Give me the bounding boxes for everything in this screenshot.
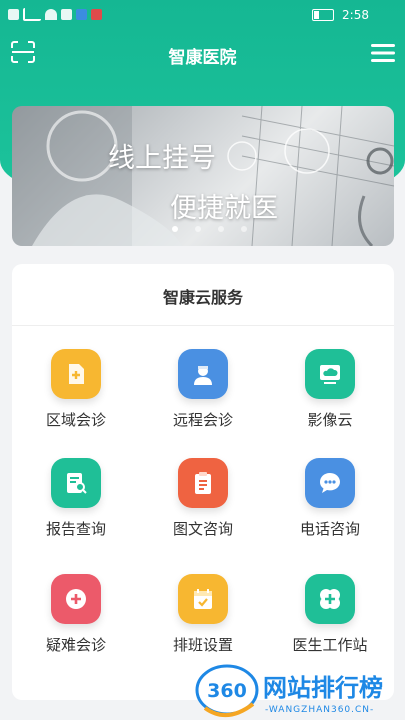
app-notification-icon	[61, 9, 72, 20]
chat-bubble-icon	[305, 458, 355, 508]
app-notification-icon	[76, 9, 87, 20]
service-label: 区域会诊	[45, 411, 106, 429]
medical-cross-icon	[305, 574, 355, 624]
service-schedule-settings[interactable]: 排班设置	[143, 574, 263, 655]
document-plus-icon	[51, 349, 101, 399]
hd-icon	[8, 9, 19, 20]
wifi-icon	[45, 9, 57, 20]
service-label: 电话咨询	[299, 520, 360, 538]
clipboard-icon	[178, 458, 228, 508]
service-label: 报告查询	[45, 520, 106, 538]
services-card: 智康云服务 区域会诊 远程会诊 影像云 报告查询 图文咨询 电话咨询 疑难会诊 …	[12, 264, 394, 700]
divider	[12, 325, 394, 326]
service-difficult-consultation[interactable]: 疑难会诊	[16, 574, 136, 655]
svg-text:-WANGZHAN360.CN-: -WANGZHAN360.CN-	[265, 705, 374, 715]
nav-bar: 智康医院	[0, 34, 405, 74]
status-time: 2:58	[342, 8, 369, 22]
carousel-indicator	[172, 226, 247, 232]
service-phone-consultation[interactable]: 电话咨询	[270, 458, 390, 539]
report-search-icon	[51, 458, 101, 508]
carousel-dot[interactable]	[195, 226, 201, 232]
promo-banner[interactable]: 线上挂号 便捷就医	[12, 106, 394, 246]
service-report-query[interactable]: 报告查询	[16, 458, 136, 539]
services-title: 智康云服务	[162, 288, 243, 307]
banner-artwork	[12, 106, 394, 246]
service-text-consultation[interactable]: 图文咨询	[143, 458, 263, 539]
battery-icon	[312, 9, 335, 21]
carousel-dot[interactable]	[241, 226, 247, 232]
carousel-dot[interactable]	[218, 226, 224, 232]
service-doctor-workstation[interactable]: 医生工作站	[270, 574, 390, 655]
status-bar: 2:58	[0, 0, 405, 30]
svg-text:360: 360	[207, 680, 247, 702]
service-label: 疑难会诊	[45, 636, 106, 654]
service-label: 医生工作站	[292, 636, 368, 654]
service-imaging-cloud[interactable]: 影像云	[270, 349, 390, 430]
page-title: 智康医院	[168, 48, 237, 68]
svg-text:网站排行榜: 网站排行榜	[263, 674, 383, 702]
watermark-logo: 360 网站排行榜 -WANGZHAN360.CN-	[195, 664, 383, 717]
app-notification-icon	[91, 9, 102, 20]
carousel-dot[interactable]	[172, 226, 178, 232]
banner-headline: 线上挂号	[108, 143, 216, 174]
cloud-monitor-icon	[305, 349, 355, 399]
status-icons	[8, 8, 102, 21]
service-remote-consultation[interactable]: 远程会诊	[143, 349, 263, 430]
service-label: 远程会诊	[172, 411, 233, 429]
nurse-icon	[178, 349, 228, 399]
service-label: 排班设置	[172, 636, 233, 654]
service-label: 图文咨询	[172, 520, 233, 538]
menu-icon[interactable]	[371, 43, 395, 63]
banner-subheadline: 便捷就医	[170, 193, 278, 224]
signal-icon	[23, 8, 41, 21]
service-regional-consultation[interactable]: 区域会诊	[16, 349, 136, 430]
service-label: 影像云	[307, 411, 353, 429]
calendar-check-icon	[178, 574, 228, 624]
plus-circle-icon	[51, 574, 101, 624]
